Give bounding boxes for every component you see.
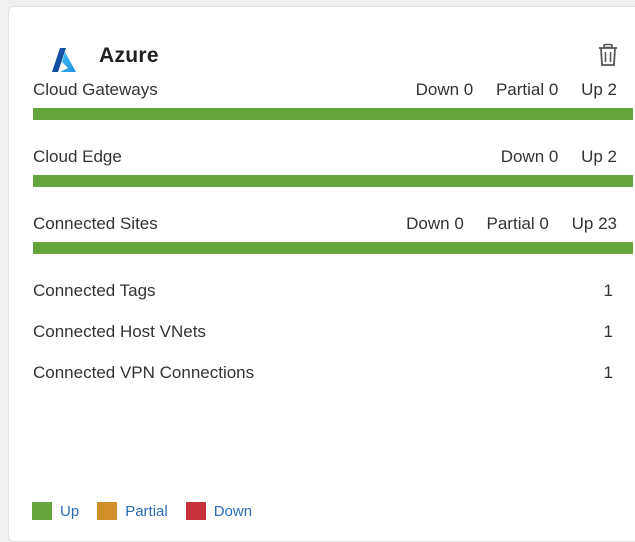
row-stats: Down 0 Up 2 <box>483 147 617 167</box>
stat-partial: Partial 0 <box>486 214 549 233</box>
info-row-connected-tags: Connected Tags 1 <box>33 281 625 305</box>
status-row-cloud-gateways: Cloud Gateways Down 0 Partial 0 Up 2 <box>33 80 633 128</box>
card-title: Azure <box>99 44 159 67</box>
row-stats: Down 0 Partial 0 Up 23 <box>388 214 617 234</box>
legend-label: Down <box>213 502 253 520</box>
row-stats: Down 0 Partial 0 Up 2 <box>398 80 617 100</box>
azure-logo-icon <box>52 48 76 72</box>
stat-up: Up 2 <box>581 80 617 99</box>
info-label: Connected Tags <box>33 281 156 300</box>
legend-item-partial[interactable]: Partial <box>97 502 168 520</box>
status-bar-up-fill <box>33 175 633 187</box>
azure-summary-card: Azure Cloud Gateways Down 0 Partial 0 Up… <box>8 6 635 542</box>
legend-item-down[interactable]: Down <box>185 502 253 520</box>
status-legend: Up Partial Down <box>32 500 270 522</box>
status-bar <box>33 175 633 187</box>
info-label: Connected Host VNets <box>33 322 206 341</box>
legend-swatch-up <box>32 502 52 520</box>
status-bar <box>33 242 633 254</box>
legend-swatch-partial <box>97 502 118 520</box>
stat-down: Down 0 <box>500 147 559 166</box>
row-label: Connected Sites <box>33 214 158 233</box>
info-row-connected-host-vnets: Connected Host VNets 1 <box>33 322 625 346</box>
info-value: 1 <box>603 322 613 341</box>
stat-down: Down 0 <box>415 80 474 99</box>
stat-up: Up 2 <box>581 147 617 166</box>
info-value: 1 <box>603 281 613 300</box>
legend-swatch-down <box>185 502 206 520</box>
info-row-connected-vpn-connections: Connected VPN Connections 1 <box>33 363 625 387</box>
stat-down: Down 0 <box>406 214 464 233</box>
status-row-connected-sites: Connected Sites Down 0 Partial 0 Up 23 <box>33 214 633 262</box>
card-header: Azure <box>9 7 635 81</box>
info-label: Connected VPN Connections <box>33 363 255 382</box>
stat-up: Up 23 <box>571 214 617 233</box>
stat-partial: Partial 0 <box>495 80 559 99</box>
row-label: Cloud Edge <box>33 147 122 166</box>
status-bar-up-fill <box>33 242 633 254</box>
trash-icon[interactable] <box>598 43 618 67</box>
info-value: 1 <box>603 363 613 382</box>
legend-label: Partial <box>125 502 168 520</box>
status-row-cloud-edge: Cloud Edge Down 0 Up 2 <box>33 147 633 195</box>
status-bar-up-fill <box>33 108 633 120</box>
status-bar <box>33 108 633 120</box>
row-label: Cloud Gateways <box>33 80 158 99</box>
legend-label: Up <box>60 502 80 520</box>
legend-item-up[interactable]: Up <box>32 502 79 520</box>
